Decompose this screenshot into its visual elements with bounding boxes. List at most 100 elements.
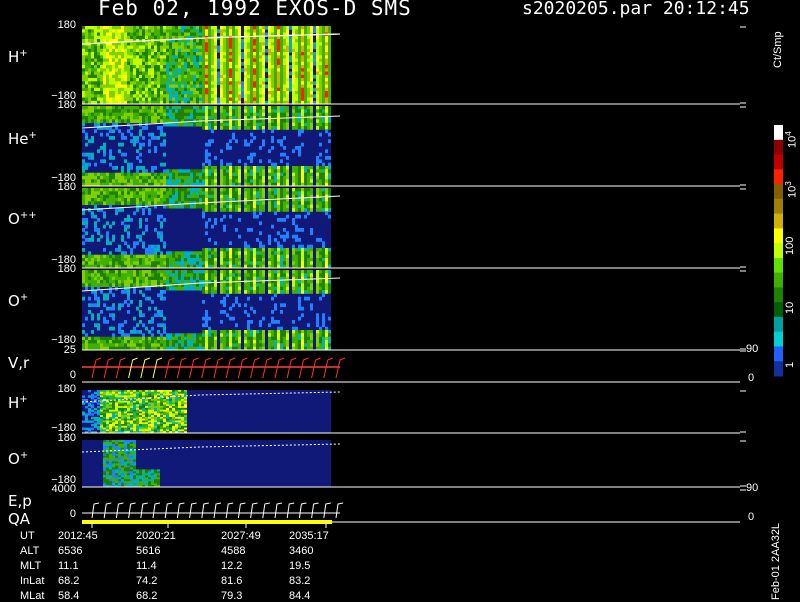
right-tick-ep-bot: 0 [748, 511, 754, 523]
ep-sweep-mark [214, 503, 221, 518]
colorbar-segment [774, 258, 783, 273]
ep-sweep-mark [299, 503, 306, 518]
colorbar-tick-1e3: 103 [784, 181, 799, 198]
vr-sweep-mark [153, 358, 162, 378]
ephemeris-cell: 84.4 [289, 590, 310, 602]
colorbar-segment [774, 125, 783, 140]
ephemeris-row-label: InLat [20, 575, 44, 587]
ep-sweep-mark [251, 503, 258, 518]
panel-label-qa: QA [8, 510, 30, 528]
h-plus-2-panel [82, 390, 331, 434]
colorbar-segment [774, 332, 783, 347]
colorbar-tick-1: 1 [784, 362, 796, 368]
colorbar-segment [774, 140, 783, 155]
ep-sweep-mark [324, 503, 331, 518]
vr-sweep-mark [226, 358, 235, 378]
vr-sweep-mark [324, 358, 333, 378]
ep-sweep-mark [275, 503, 282, 518]
y-tick-opp-top: 180 [36, 181, 76, 193]
ep-sweep-mark [92, 503, 99, 518]
vr-sweep-mark [275, 358, 284, 378]
y-tick-ep-bot: 0 [36, 508, 76, 520]
colorbar-segment [774, 184, 783, 199]
ep-sweep-mark [226, 503, 233, 518]
ep-sweep-mark [312, 503, 319, 518]
colorbar-segment [774, 243, 783, 258]
y-tick-op-top: 180 [36, 263, 76, 275]
ephemeris-cell: 5616 [136, 545, 160, 557]
ep-sweep-mark [190, 503, 197, 518]
ep-sweep-mark [165, 503, 172, 518]
ephemeris-cell: 58.4 [58, 590, 79, 602]
vr-sweep-mark [177, 358, 186, 378]
ep-sweep-mark [129, 503, 136, 518]
panel-label-o-plus-2: O+ [8, 450, 28, 468]
y-tick-vr-top: 25 [36, 344, 76, 356]
qa-bar [82, 520, 332, 524]
y-tick-ep-top: 4000 [36, 483, 76, 495]
ephemeris-cell: 2012:45 [58, 530, 98, 542]
ep-sweep-mark [238, 503, 245, 518]
ephemeris-cell: 12.2 [221, 560, 242, 572]
ep-sweep-mark [263, 503, 270, 518]
colorbar-segment [774, 273, 783, 288]
y-tick-he-top: 180 [36, 99, 76, 111]
vr-sweep-mark [116, 358, 125, 378]
vr-sweep-mark [312, 358, 321, 378]
colorbar-segment [774, 214, 783, 229]
ephemeris-cell: 6536 [58, 545, 82, 557]
ep-sweep-mark [287, 503, 294, 518]
ephemeris-row-label: MLat [20, 590, 44, 602]
panel-label-he-plus: He+ [8, 130, 37, 148]
ephemeris-cell: 68.2 [136, 590, 157, 602]
colorbar-tick-1e4: 104 [784, 131, 799, 148]
colorbar-tick-10: 10 [784, 302, 796, 314]
ephemeris-cell: 79.3 [221, 590, 242, 602]
vr-sweep-mark [202, 358, 211, 378]
ep-sweep-mark [336, 503, 343, 518]
y-tick-o2-top: 180 [36, 432, 76, 444]
colorbar-segment [774, 347, 783, 362]
ep-sweep-mark [141, 503, 148, 518]
plot-title: Feb 02, 1992 EXOS-D SMS [98, 0, 412, 20]
ephemeris-cell: 2020:21 [136, 530, 176, 542]
o-plusplus-panel [82, 188, 331, 269]
ephemeris-cell: 2035:17 [289, 530, 329, 542]
vr-sweep-mark [214, 358, 223, 378]
colorbar-segment [774, 287, 783, 302]
vr-sweep-mark [238, 358, 247, 378]
vr-sweep-mark [104, 358, 113, 378]
panel-label-h-plus: H+ [8, 48, 28, 66]
vr-sweep-mark [165, 358, 174, 378]
right-tick-vr-top: 90 [746, 343, 758, 355]
ephemeris-row-label: UT [20, 530, 35, 542]
ephemeris-row-label: ALT [20, 545, 39, 557]
ephemeris-cell: 83.2 [289, 575, 310, 587]
vr-sweep-mark [92, 358, 101, 378]
side-identifier: Feb-01 2AA32L [770, 523, 782, 600]
panel-label-o-plusplus: O++ [8, 210, 37, 228]
ephemeris-cell: 81.6 [221, 575, 242, 587]
right-tick-vr-bot: 0 [748, 372, 754, 384]
vr-sweep-mark [263, 358, 272, 378]
ephemeris-cell: 11.4 [136, 560, 157, 572]
ephemeris-cell: 19.5 [289, 560, 310, 572]
colorbar-tick-100: 100 [784, 237, 796, 255]
panel-label-ep: E,p [8, 492, 32, 510]
colorbar-segment [774, 302, 783, 317]
colorbar-segment [774, 228, 783, 243]
colorbar-segment [774, 361, 783, 376]
colorbar-segment [774, 199, 783, 214]
ep-sweep-mark [153, 503, 160, 518]
vr-sweep-mark [129, 358, 138, 378]
y-tick-h-top: 180 [36, 19, 76, 31]
panel-label-vr: V,r [8, 354, 29, 372]
vr-sweep-mark [190, 358, 199, 378]
panel-label-h-plus-2: H+ [8, 394, 28, 412]
ephemeris-cell: 11.1 [58, 560, 79, 572]
right-tick-ep-top: 90 [746, 482, 758, 494]
ep-sweep-mark [177, 503, 184, 518]
vr-sweep-mark [287, 358, 296, 378]
vr-sweep-mark [336, 358, 345, 378]
spectrogram-canvas [0, 0, 800, 600]
